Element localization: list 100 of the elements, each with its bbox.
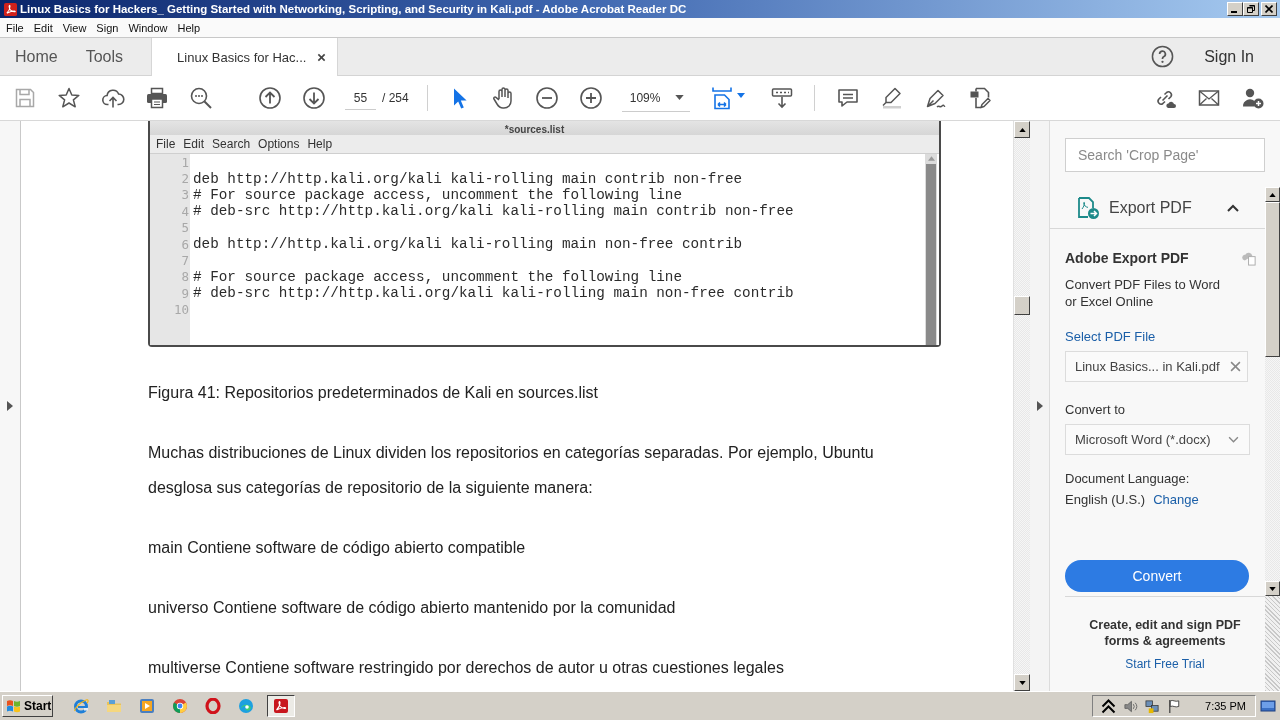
editor-menu-label: Search: [212, 137, 251, 151]
close-button[interactable]: [1261, 2, 1277, 16]
menu-item[interactable]: Sign: [91, 18, 124, 37]
sign-in-button[interactable]: Sign In: [1204, 47, 1254, 66]
round-browser-icon: [172, 698, 188, 714]
line-number: 4: [180, 203, 190, 219]
menu-item[interactable]: File: [1, 18, 29, 37]
editor-menu-label: Options: [258, 137, 300, 151]
chevron-down-icon: [1228, 436, 1239, 443]
add-user-icon: [1241, 86, 1265, 110]
comment-icon: [835, 86, 860, 110]
panel-description: Convert PDF Files to Word or Excel Online: [1065, 276, 1222, 310]
expand-arrow-icon[interactable]: [7, 400, 13, 411]
chevron-up-icon[interactable]: [1101, 698, 1117, 714]
collapse-arrow-icon[interactable]: [1036, 400, 1043, 411]
page-number-field[interactable]: 55: [345, 86, 376, 110]
ring-logo-icon: [205, 698, 221, 714]
line-number: 10: [172, 302, 190, 318]
body-paragraph: Muchas distribuciones de Linux dividen los repositorios en categorías separadas. Por ejemplo, Ubuntu desglosa sus categorías de repositorio de la siguiente manera:: [148, 443, 875, 498]
line-number: 8: [180, 269, 190, 285]
swirl-logo-icon: [238, 698, 254, 714]
scroll-up-icon: [927, 156, 935, 161]
format-dropdown[interactable]: Microsoft Word (*.docx): [1065, 424, 1250, 455]
scroll-up-button[interactable]: [1265, 187, 1280, 202]
nav-tab[interactable]: Home: [0, 38, 72, 75]
search-field[interactable]: Search 'Crop Page': [1065, 138, 1265, 172]
code-line: deb http://http.kali.org/kali kali-rolling main contrib non-free: [192, 170, 743, 187]
star-icon: [57, 86, 81, 110]
clear-icon[interactable]: [1230, 361, 1241, 372]
line-number: 7: [180, 253, 190, 269]
fit-width-icon: [710, 86, 735, 110]
plus-circle-icon: [578, 86, 603, 110]
caret-icon: [737, 92, 746, 98]
scroll-up-icon: [1269, 192, 1276, 197]
scroll-up-button[interactable]: [1014, 121, 1030, 138]
hand-icon: [490, 86, 515, 110]
cloud-upload-icon: [101, 86, 125, 110]
file-field[interactable]: Linux Basics... in Kali.pdf: [1065, 351, 1248, 382]
minus-circle-icon: [534, 86, 559, 110]
show-desktop-icon[interactable]: [1260, 698, 1276, 714]
close-icon[interactable]: [317, 52, 327, 62]
search-icon: [189, 86, 213, 110]
save-icon: [13, 86, 37, 110]
nav-tab[interactable]: Tools: [71, 38, 138, 75]
folder-icon: [106, 698, 122, 714]
clock: 7:35 PM: [1205, 700, 1246, 712]
line-number: 6: [180, 236, 190, 252]
pdf-file-icon: [4, 2, 17, 16]
export-document-icon: [1076, 195, 1100, 220]
code-line: # deb-src http://http.kali.org/kali kali-rolling main non-free contrib: [192, 285, 794, 302]
menu-item[interactable]: Help: [172, 18, 206, 37]
pdf-app-icon: [273, 698, 289, 714]
section-header[interactable]: Export PDF: [1050, 187, 1265, 229]
panel-heading: Adobe Export PDF: [1065, 250, 1189, 266]
code-line: # For source package access, uncomment the following line: [192, 186, 683, 203]
editor-menu-label: Edit: [183, 137, 205, 151]
network-icon[interactable]: [1145, 698, 1161, 714]
printer-icon: [145, 86, 169, 110]
restore-button[interactable]: [1243, 2, 1259, 16]
code-line: # For source package access, uncomment the following line: [192, 268, 683, 285]
menu-item[interactable]: Edit: [28, 18, 58, 37]
arrow-up-circle-icon: [258, 86, 282, 110]
change-link[interactable]: Change: [1153, 492, 1199, 507]
caret-icon: [674, 95, 684, 100]
promo-text: Create, edit and sign PDF forms & agreements: [1088, 617, 1242, 649]
scrollbar-thumb[interactable]: [1014, 296, 1030, 315]
body-paragraph: multiverse Contiene software restringido por derechos de autor u otras cuestiones legales: [148, 658, 785, 678]
close-icon: [1265, 5, 1273, 13]
start-button[interactable]: Start: [2, 695, 53, 717]
line-number: 9: [180, 285, 190, 301]
free-trial-link[interactable]: Start Free Trial: [1125, 657, 1205, 671]
windows-flag-icon: [6, 699, 22, 713]
body-paragraph: universo Contiene software de código abierto mantenido por la comunidad: [148, 598, 677, 618]
line-number: 3: [180, 187, 190, 203]
menu-item[interactable]: View: [57, 18, 92, 37]
scroll-down-button[interactable]: [1014, 674, 1030, 691]
line-number: 2: [180, 171, 190, 187]
e-logo-icon: [73, 698, 89, 714]
minimize-button[interactable]: [1227, 2, 1243, 16]
line-number: 1: [180, 154, 190, 170]
scroll-down-icon: [1018, 680, 1026, 685]
help-icon[interactable]: [1151, 45, 1175, 68]
zoom-dropdown[interactable]: 109%: [621, 84, 690, 112]
convert-to-label: Convert to: [1065, 402, 1125, 417]
speaker-icon[interactable]: [1123, 698, 1139, 714]
scroll-down-icon: [769, 86, 794, 110]
arrow-down-circle-icon: [302, 86, 326, 110]
document-tab[interactable]: Linux Basics for Hac...: [151, 38, 339, 76]
scrollbar-thumb[interactable]: [1265, 202, 1280, 357]
taskbar-app-button[interactable]: [267, 695, 295, 717]
media-player-icon: [139, 698, 155, 714]
scroll-up-icon: [1018, 127, 1026, 132]
select-file-label: Select PDF File: [1065, 329, 1156, 344]
editor-menu-label: Help: [307, 137, 333, 151]
scroll-down-button[interactable]: [1265, 581, 1280, 596]
language-value: English (U.S.): [1065, 492, 1146, 507]
convert-button[interactable]: Convert: [1065, 560, 1249, 592]
scroll-down-icon: [1269, 586, 1276, 591]
menu-item[interactable]: Window: [123, 18, 173, 37]
code-line: deb http://http.kali.org/kali kali-rolling main non-free contrib: [192, 236, 743, 253]
